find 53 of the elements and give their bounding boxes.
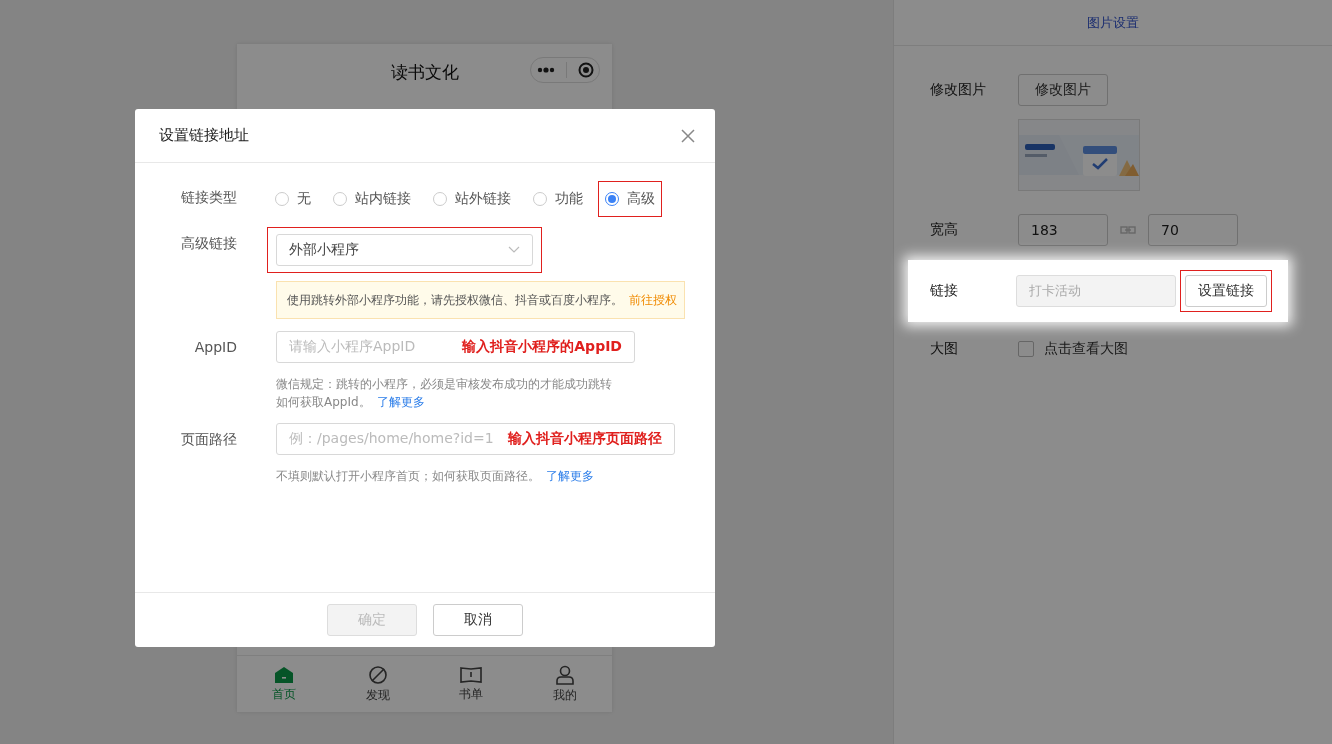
- field-label: 高级链接: [180, 234, 237, 253]
- person-icon: [555, 664, 576, 685]
- annotation-text: 输入抖音小程序的AppID: [462, 338, 622, 356]
- radio-option[interactable]: 高级: [598, 181, 662, 217]
- field-label: 链接: [930, 282, 959, 300]
- tab-bar-item[interactable]: 书单: [424, 656, 519, 712]
- more-icon[interactable]: [536, 67, 555, 73]
- learn-more-link[interactable]: 了解更多: [376, 395, 425, 409]
- width-field[interactable]: 183: [1018, 214, 1108, 246]
- radio-option[interactable]: 无: [268, 181, 318, 217]
- tab-bar-item[interactable]: 我的: [518, 656, 612, 712]
- panel-tab[interactable]: 图片设置: [894, 0, 1332, 46]
- authorize-link[interactable]: 前往授权: [629, 291, 677, 309]
- page-title: 读书文化: [390, 60, 459, 84]
- radio-option[interactable]: 功能: [526, 181, 590, 217]
- radio-button[interactable]: [605, 192, 619, 206]
- tab-bar-item[interactable]: 首页: [237, 656, 331, 712]
- dialog-title: 设置链接地址: [159, 126, 249, 145]
- field-label: 修改图片: [930, 81, 987, 99]
- checkbox[interactable]: [1018, 341, 1034, 357]
- planet-icon: [367, 664, 388, 685]
- chevron-down-icon: [508, 246, 520, 254]
- radio-option[interactable]: 站内链接: [326, 181, 418, 217]
- radio-button[interactable]: [533, 192, 547, 206]
- radio-button[interactable]: [333, 192, 347, 206]
- cancel-button[interactable]: 取消: [433, 604, 523, 636]
- target-icon[interactable]: [577, 62, 594, 78]
- help-text: 不填则默认打开小程序首页；如何获取页面路径。: [276, 469, 540, 483]
- close-icon[interactable]: [681, 128, 695, 143]
- field-label: AppID: [193, 338, 237, 357]
- radio-button[interactable]: [275, 192, 289, 206]
- field-label: 页面路径: [180, 430, 237, 449]
- help-text: 微信规定：跳转的小程序，必须是审核发布成功的才能成功跳转: [276, 377, 612, 391]
- input-field[interactable]: 例：/pages/home/home?id=1 输入抖音小程序页面路径: [276, 423, 675, 455]
- radio-button[interactable]: [433, 192, 447, 206]
- input-field[interactable]: 请输入小程序AppID 输入抖音小程序的AppID: [276, 331, 635, 363]
- annotation-text: 输入抖音小程序页面路径: [507, 430, 662, 448]
- set-link-button[interactable]: 设置链接: [1185, 275, 1267, 307]
- checkbox-label: 点击查看大图: [1044, 340, 1128, 358]
- height-field[interactable]: 70: [1148, 214, 1238, 246]
- board-icon: [460, 665, 483, 684]
- learn-more-link[interactable]: 了解更多: [546, 469, 594, 483]
- field-label: 大图: [930, 340, 959, 358]
- link-icon: [1120, 225, 1136, 235]
- tab-bar-item[interactable]: 发现: [330, 656, 425, 712]
- dropdown[interactable]: 外部小程序: [276, 234, 533, 266]
- field-label: 宽高: [930, 221, 959, 239]
- radio-option[interactable]: 站外链接: [426, 181, 518, 217]
- help-text: 如何获取AppId。: [276, 395, 371, 409]
- home-icon: [273, 665, 294, 684]
- notice-text: 使用跳转外部小程序功能，请先授权微信、抖音或百度小程序。: [287, 291, 623, 309]
- change-image-button[interactable]: 修改图片: [1018, 74, 1108, 106]
- field-label: 链接类型: [180, 188, 237, 207]
